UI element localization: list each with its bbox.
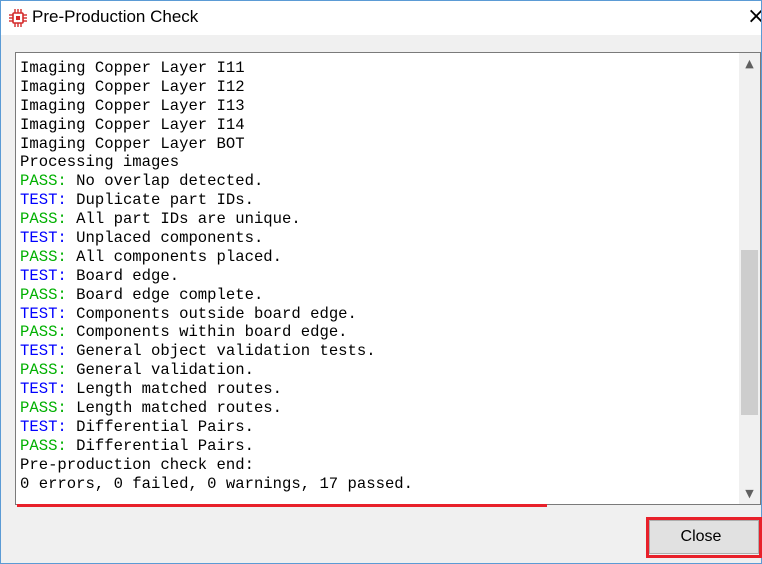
log-lines: Imaging Copper Layer I11 Imaging Copper L…: [20, 59, 736, 493]
log-text: General validation.: [66, 361, 254, 380]
pass-prefix: PASS:: [20, 247, 67, 266]
log-text: Board edge.: [66, 266, 180, 285]
log-line: Imaging Copper Layer I13: [20, 97, 736, 116]
pass-prefix: PASS:: [20, 436, 67, 455]
log-line: Processing images: [20, 153, 736, 172]
pass-prefix: PASS:: [20, 210, 67, 229]
log-output[interactable]: Imaging Copper Layer I11 Imaging Copper L…: [15, 52, 761, 505]
pass-prefix: PASS:: [20, 172, 67, 191]
log-text: Pre-production check end:: [20, 455, 254, 474]
log-text: Imaging Copper Layer I11: [20, 59, 245, 77]
log-text: General object validation tests.: [66, 342, 376, 361]
log-text: Unplaced components.: [66, 229, 264, 248]
log-line: PASS: General validation.: [20, 361, 736, 380]
test-prefix: TEST:: [20, 229, 67, 248]
pass-prefix: PASS:: [20, 285, 67, 304]
log-text: Processing images: [20, 153, 180, 172]
log-line: TEST: Unplaced components.: [20, 229, 736, 248]
log-text: No overlap detected.: [66, 172, 264, 191]
log-line: Imaging Copper Layer I12: [20, 78, 736, 97]
log-line: Pre-production check end:: [20, 456, 736, 475]
test-prefix: TEST:: [20, 342, 67, 361]
log-text: All part IDs are unique.: [66, 210, 301, 229]
pass-prefix: PASS:: [20, 399, 67, 418]
scrollbar-thumb[interactable]: [741, 249, 758, 415]
summary-highlight-underline: [17, 504, 547, 507]
log-text: Imaging Copper Layer I14: [20, 115, 245, 134]
log-text: Imaging Copper Layer I13: [20, 96, 245, 115]
log-line: Imaging Copper Layer I11: [20, 59, 736, 78]
log-text: 0 errors, 0 failed, 0 warnings, 17 passe…: [20, 474, 414, 493]
log-line: TEST: Components outside board edge.: [20, 305, 736, 324]
log-text: Length matched routes.: [66, 399, 283, 418]
test-prefix: TEST:: [20, 191, 67, 210]
pass-prefix: PASS:: [20, 323, 67, 342]
pass-prefix: PASS:: [20, 361, 67, 380]
scroll-down-icon[interactable]: ▼: [739, 483, 760, 504]
log-text: Duplicate part IDs.: [66, 191, 254, 210]
log-line: TEST: Differential Pairs.: [20, 418, 736, 437]
log-line: TEST: General object validation tests.: [20, 342, 736, 361]
test-prefix: TEST:: [20, 266, 67, 285]
log-line: Imaging Copper Layer I14: [20, 116, 736, 135]
log-line: PASS: All part IDs are unique.: [20, 210, 736, 229]
log-line: TEST: Length matched routes.: [20, 380, 736, 399]
window-close-icon[interactable]: ×: [747, 3, 761, 31]
log-text: Components outside board edge.: [66, 304, 357, 323]
title-bar: Pre-Production Check ×: [1, 1, 761, 35]
log-text: Differential Pairs.: [66, 436, 254, 455]
log-text: Length matched routes.: [66, 380, 283, 399]
log-text: Components within board edge.: [66, 323, 348, 342]
log-line: PASS: Length matched routes.: [20, 399, 736, 418]
chip-icon: [9, 9, 27, 27]
test-prefix: TEST:: [20, 417, 67, 436]
window-title: Pre-Production Check: [32, 7, 199, 26]
log-text: Board edge complete.: [66, 285, 264, 304]
log-text: Imaging Copper Layer I12: [20, 77, 245, 96]
vertical-scrollbar[interactable]: ▲ ▼: [739, 53, 760, 504]
log-line: PASS: No overlap detected.: [20, 172, 736, 191]
log-line: Imaging Copper Layer BOT: [20, 135, 736, 154]
pre-production-check-window: Pre-Production Check × Imaging Copper La…: [0, 0, 762, 564]
log-text: Imaging Copper Layer BOT: [20, 134, 245, 153]
log-line: PASS: Differential Pairs.: [20, 437, 736, 456]
log-line: PASS: Board edge complete.: [20, 286, 736, 305]
log-text: All components placed.: [66, 247, 283, 266]
test-prefix: TEST:: [20, 304, 67, 323]
close-button[interactable]: Close: [649, 520, 759, 554]
test-prefix: TEST:: [20, 380, 67, 399]
scroll-up-icon[interactable]: ▲: [739, 53, 760, 74]
log-line: PASS: Components within board edge.: [20, 323, 736, 342]
log-line: TEST: Board edge.: [20, 267, 736, 286]
log-line: TEST: Duplicate part IDs.: [20, 191, 736, 210]
log-line: 0 errors, 0 failed, 0 warnings, 17 passe…: [20, 475, 736, 494]
log-text: Differential Pairs.: [66, 417, 254, 436]
log-line: PASS: All components placed.: [20, 248, 736, 267]
